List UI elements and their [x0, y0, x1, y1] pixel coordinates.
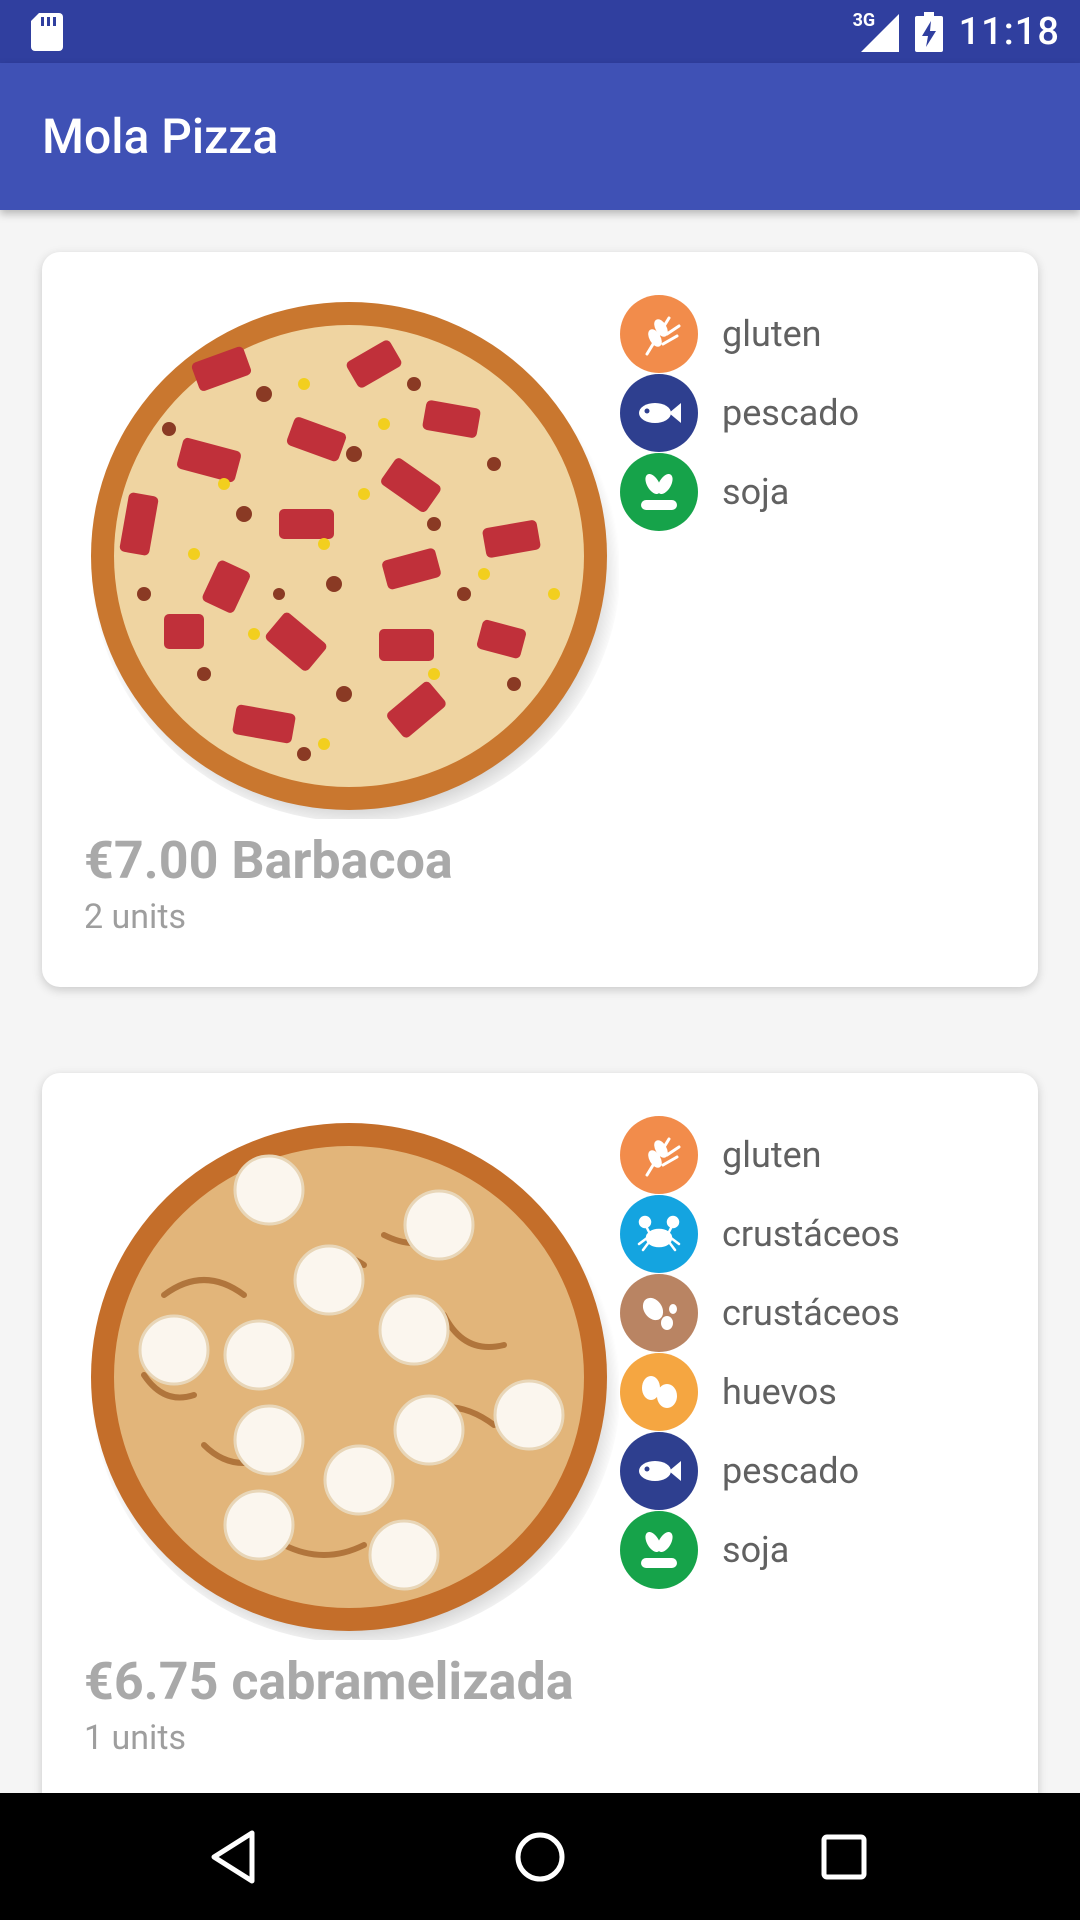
back-icon[interactable] [204, 1825, 268, 1889]
pizza-card[interactable]: gluten pescado soja €7.00 Barbacoa 2 uni… [42, 252, 1038, 987]
sd-card-icon [31, 13, 63, 51]
fish-icon [620, 373, 698, 452]
soy-icon [620, 452, 698, 531]
allergen-item: crustáceos [620, 1273, 900, 1352]
pizza-barbacoa-image [91, 302, 619, 819]
allergen-label: huevos [722, 1370, 837, 1413]
app-title: Mola Pizza [42, 108, 279, 165]
pizza-cabramelizada-image [91, 1123, 619, 1640]
pizza-units: 2 units [84, 897, 186, 937]
allergen-item: soja [620, 452, 859, 531]
allergen-label: gluten [722, 1133, 822, 1176]
allergen-label: crustáceos [722, 1212, 900, 1255]
allergen-item: gluten [620, 1115, 900, 1194]
app-bar: Mola Pizza [0, 63, 1080, 210]
status-bar: 3G 11:18 [0, 0, 1080, 63]
clock: 11:18 [958, 9, 1060, 54]
allergen-label: soja [722, 1528, 790, 1571]
allergen-item: huevos [620, 1352, 900, 1431]
pizza-units: 1 units [84, 1718, 186, 1758]
allergen-item: gluten [620, 294, 859, 373]
wheat-icon [620, 294, 698, 373]
soy-icon [620, 1510, 698, 1589]
allergen-item: crustáceos [620, 1194, 900, 1273]
allergen-label: soja [722, 470, 790, 513]
wheat-icon [620, 1115, 698, 1194]
allergen-list: gluten crustáceos crustáceos huevos pesc… [620, 1115, 900, 1589]
allergen-label: pescado [722, 1449, 860, 1492]
home-icon[interactable] [508, 1825, 572, 1889]
navigation-bar [0, 1793, 1080, 1920]
pizza-price-title: €7.00 Barbacoa [84, 830, 453, 891]
allergen-label: crustáceos [722, 1291, 900, 1334]
allergen-label: pescado [722, 391, 860, 434]
pizza-list[interactable]: gluten pescado soja €7.00 Barbacoa 2 uni… [0, 210, 1080, 1793]
fish-icon [620, 1431, 698, 1510]
eggs-icon [620, 1352, 698, 1431]
pizza-price-title: €6.75 cabramelizada [84, 1651, 574, 1712]
allergen-item: pescado [620, 373, 859, 452]
allergen-list: gluten pescado soja [620, 294, 859, 531]
allergen-item: pescado [620, 1431, 900, 1510]
battery-charging-icon [914, 11, 943, 52]
allergen-label: gluten [722, 312, 822, 355]
pizza-card[interactable]: gluten crustáceos crustáceos huevos pesc… [42, 1073, 1038, 1793]
allergen-item: soja [620, 1510, 900, 1589]
peanut-icon [620, 1273, 698, 1352]
crab-icon [620, 1194, 698, 1273]
recents-icon[interactable] [812, 1825, 876, 1889]
signal-icon: 3G [853, 10, 899, 52]
